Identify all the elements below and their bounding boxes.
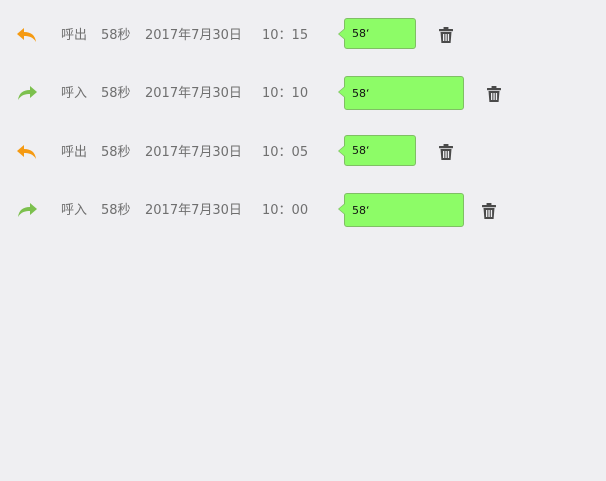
call-date: 2017年7月30日 [145,203,242,218]
voice-message-bubble[interactable]: 58‘ [338,18,416,49]
reply-arrow-icon[interactable] [16,142,38,162]
call-time: 10：05 [262,145,309,160]
voice-message-duration: 58‘ [352,144,370,157]
call-time: 10：10 [262,86,309,101]
trash-icon[interactable] [485,85,503,103]
voice-message-duration: 58‘ [352,27,370,40]
call-duration: 58秒 [101,28,131,43]
call-time: 10：15 [262,28,309,43]
trash-icon[interactable] [437,143,455,161]
call-date: 2017年7月30日 [145,28,242,43]
call-type-label: 呼入 [61,203,88,218]
call-type-label: 呼入 [61,86,88,101]
call-record-row: 呼出 58秒 2017年7月30日 10：15 58‘ [0,16,606,56]
call-log-list: 呼出 58秒 2017年7月30日 10：15 58‘ 呼入 58秒 2017年… [0,0,606,481]
call-record-row: 呼入 58秒 2017年7月30日 10：10 58‘ [0,74,606,114]
call-date: 2017年7月30日 [145,86,242,101]
call-duration: 58秒 [101,145,131,160]
call-type-label: 呼出 [61,28,88,43]
trash-icon[interactable] [437,26,455,44]
forward-arrow-icon[interactable] [16,83,38,103]
voice-message-duration: 58‘ [352,87,370,100]
call-date: 2017年7月30日 [145,145,242,160]
call-record-row: 呼入 58秒 2017年7月30日 10：00 58‘ [0,191,606,231]
call-duration: 58秒 [101,86,131,101]
voice-message-bubble[interactable]: 58‘ [338,193,464,227]
forward-arrow-icon[interactable] [16,200,38,220]
call-duration: 58秒 [101,203,131,218]
voice-message-bubble[interactable]: 58‘ [338,76,464,110]
voice-message-duration: 58‘ [352,204,370,217]
trash-icon[interactable] [480,202,498,220]
call-record-row: 呼出 58秒 2017年7月30日 10：05 58‘ [0,133,606,173]
reply-arrow-icon[interactable] [16,25,38,45]
call-type-label: 呼出 [61,145,88,160]
voice-message-bubble[interactable]: 58‘ [338,135,416,166]
call-time: 10：00 [262,203,309,218]
